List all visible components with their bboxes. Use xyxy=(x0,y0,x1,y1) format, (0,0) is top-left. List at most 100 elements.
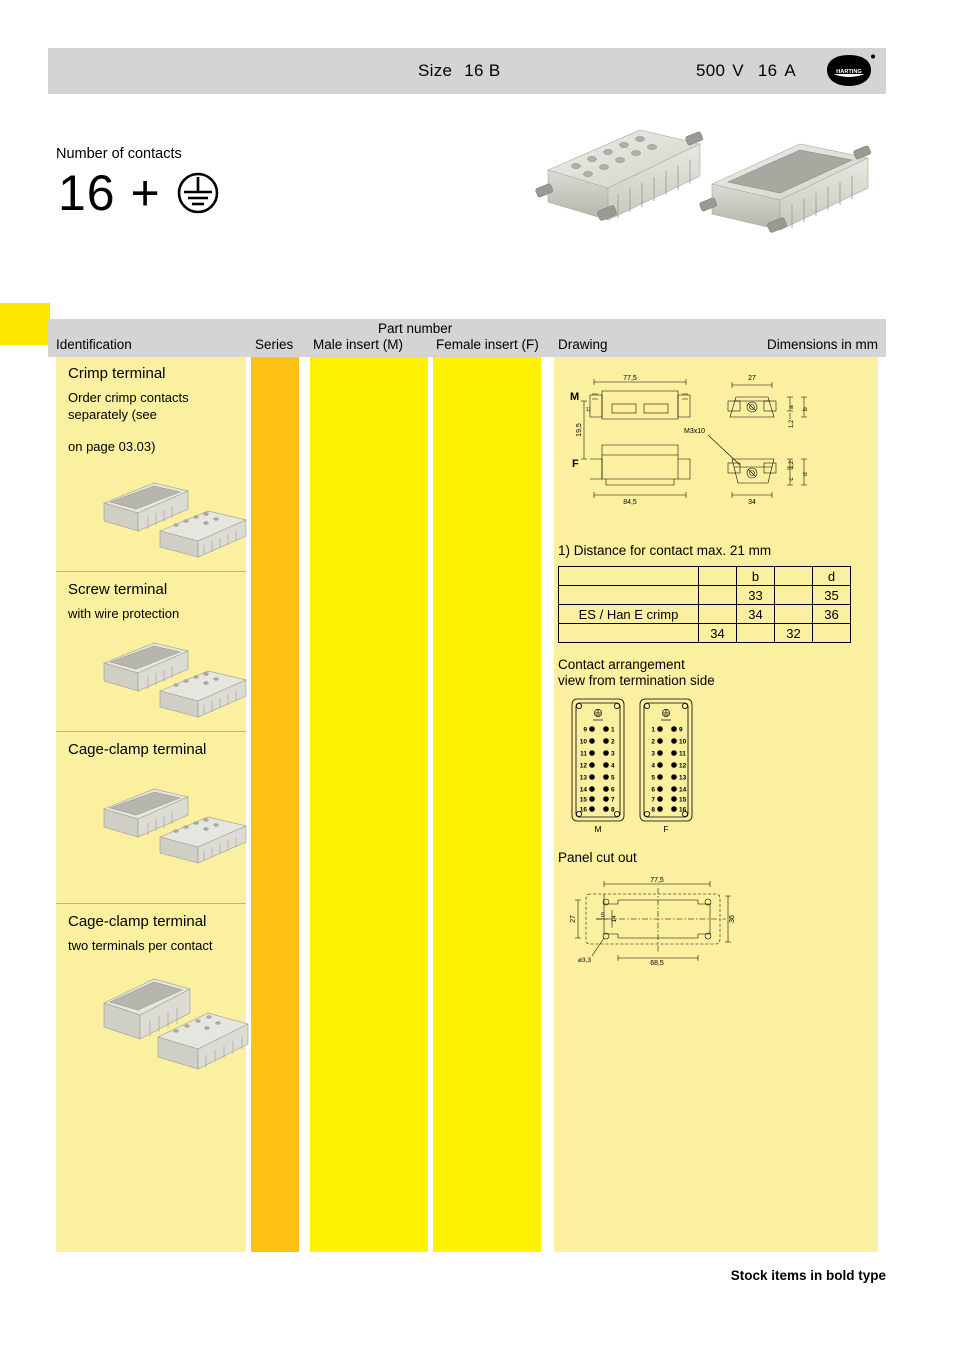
male-pin-right: 8 xyxy=(611,807,615,814)
dimension-table-row: 34 32 xyxy=(558,623,851,643)
contact-arrangement-title-line1: Contact arrangement xyxy=(558,657,685,672)
male-pin-left: 10 xyxy=(580,739,588,746)
header-size-group: Size 16 B xyxy=(418,61,500,81)
female-pin-right: 9 xyxy=(679,727,683,734)
header-voltage-value: 500 xyxy=(696,61,726,80)
dim-width-top: 77,5 xyxy=(623,375,637,382)
female-pin-left: 3 xyxy=(651,751,655,758)
column-header-male-insert: Male insert (M) xyxy=(313,337,404,352)
header-size-value: 16 B xyxy=(464,61,501,80)
panel-cutout-title: Panel cut out xyxy=(558,850,637,865)
row-title: Screw terminal xyxy=(68,581,168,598)
panel-dim-width: 77,5 xyxy=(650,877,664,884)
dim-header-cell xyxy=(698,566,737,586)
female-pin-left: 1 xyxy=(651,727,655,734)
row-subtitle: Order crimp contacts separately (see xyxy=(68,390,189,422)
connector-thumbnail xyxy=(103,642,247,718)
male-pin-right: 7 xyxy=(611,797,615,804)
row-title: Cage-clamp terminal xyxy=(68,913,207,930)
column-header-drawing: Drawing xyxy=(558,337,608,352)
earth-ground-icon xyxy=(177,172,219,214)
male-pin-left: 12 xyxy=(580,763,588,770)
dim-height-footnote-marker: 1) xyxy=(586,407,591,413)
dim-width-bottom: 84,5 xyxy=(623,499,637,506)
label-male: M xyxy=(570,391,579,403)
dim-1-2-upper: 1,2 xyxy=(789,419,795,428)
svg-text:HARTING: HARTING xyxy=(836,69,861,75)
number-of-contacts-label: Number of contacts xyxy=(56,146,182,162)
dim-cell: 34 xyxy=(736,604,775,624)
column-header-part-number: Part number xyxy=(378,321,453,336)
row-subtitle: with wire protection xyxy=(68,606,180,621)
female-pin-left: 2 xyxy=(651,739,655,746)
column-header-series: Series xyxy=(255,337,294,352)
row-title: Cage-clamp terminal xyxy=(68,741,207,758)
dim-height: 19,5 xyxy=(576,423,583,437)
female-pin-left: 7 xyxy=(651,797,655,804)
male-pin-right: 2 xyxy=(611,739,615,746)
male-pin-right: 3 xyxy=(611,751,615,758)
female-pin-right: 14 xyxy=(679,787,687,794)
header-current-value: 16 xyxy=(757,61,778,80)
dim-header-cell-d: d xyxy=(812,566,851,586)
dim-header-cell xyxy=(558,566,699,586)
column-female-insert[interactable] xyxy=(433,357,541,1252)
female-pin-left: 5 xyxy=(651,775,655,782)
column-header-dimensions: Dimensions in mm xyxy=(766,337,878,352)
column-male-insert[interactable] xyxy=(310,357,428,1252)
row-title: Crimp terminal xyxy=(68,365,166,382)
male-pin-right: 5 xyxy=(611,775,615,782)
female-pin-left: 6 xyxy=(651,787,655,794)
dim-side-top: 27 xyxy=(748,375,756,382)
dim-cell xyxy=(774,585,813,605)
dim-cell xyxy=(558,585,699,605)
row-subtitle: two terminals per contact xyxy=(68,938,213,953)
dim-cell xyxy=(558,623,699,643)
dim-cell xyxy=(774,604,813,624)
male-pin-right: 1 xyxy=(611,727,615,734)
connector-thumbnail xyxy=(103,482,247,558)
row-divider xyxy=(56,903,246,904)
dim-side-bottom: 34 xyxy=(748,499,756,506)
dim-cell: 36 xyxy=(812,604,851,624)
arrangement-label-male: M xyxy=(594,824,601,834)
column-header-female-insert: Female insert (F) xyxy=(436,337,539,352)
contact-arrangement-title: Contact arrangement view from terminatio… xyxy=(558,657,878,689)
technical-dimension-drawing: 77,5 84,5 27 34 19,5 1) M3x10 a b 1,2 1,… xyxy=(570,375,809,506)
header-current-unit: A xyxy=(784,61,797,80)
number-of-contacts-value-group: 16 + xyxy=(58,164,221,222)
header-rating-group: 500 V 16 A xyxy=(696,61,796,81)
number-of-contacts-value: 16 + xyxy=(58,165,161,221)
male-pin-left: 16 xyxy=(580,807,588,814)
connector-thumbnail xyxy=(103,788,247,864)
table-row: Crimp terminal Order crimp contacts sepa… xyxy=(68,365,248,454)
table-row: Screw terminal with wire protection xyxy=(68,581,248,622)
panel-dim-notch-a: 5 xyxy=(601,912,605,919)
table-row: Cage-clamp terminal two terminals per co… xyxy=(68,913,248,954)
dim-cell: 32 xyxy=(774,623,813,643)
section-color-tab xyxy=(0,303,50,345)
dimension-table: b d 33 35 ES / Han E crimp 34 36 34 32 xyxy=(558,566,851,643)
male-pin-left: 11 xyxy=(580,751,587,758)
harting-logo-icon: HARTING xyxy=(827,54,875,86)
dim-cell-series-name: ES / Han E crimp xyxy=(558,604,699,624)
female-pin-right: 12 xyxy=(679,763,687,770)
male-pin-right: 4 xyxy=(611,763,615,770)
panel-dim-notch-b: 14 xyxy=(611,915,618,923)
male-insert-photo xyxy=(535,129,703,221)
dimension-table-row: ES / Han E crimp 34 36 xyxy=(558,604,851,624)
panel-dim-width-bottom: 68,5 xyxy=(650,960,664,966)
connector-thumbnail xyxy=(103,978,249,1070)
table-header-row: Part number Identification Series Male i… xyxy=(48,319,886,357)
table-body: Crimp terminal Order crimp contacts sepa… xyxy=(48,357,886,1252)
dim-cell xyxy=(698,604,737,624)
male-pin-left: 14 xyxy=(580,787,588,794)
contact-arrangement-title-line2: view from termination side xyxy=(558,673,715,688)
dim-1-2-lower: 1,2 xyxy=(789,460,795,469)
letter-d: d xyxy=(802,472,809,476)
dim-cell xyxy=(698,585,737,605)
female-pin-right: 10 xyxy=(679,739,687,746)
dim-cell: 34 xyxy=(698,623,737,643)
letter-a: a xyxy=(788,405,795,409)
female-pin-left: 8 xyxy=(651,807,655,814)
